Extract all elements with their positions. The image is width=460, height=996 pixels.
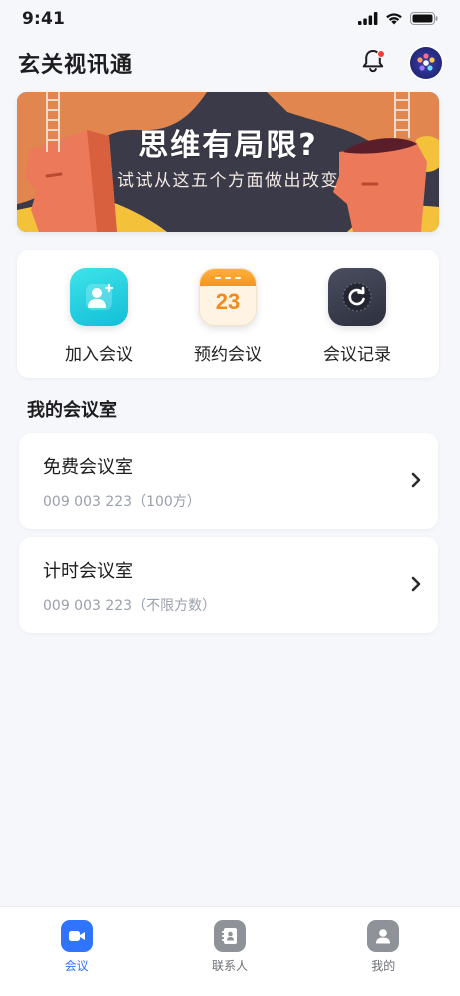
schedule-meeting-label: 预约会议 (194, 345, 262, 365)
chevron-right-icon (410, 472, 422, 492)
wifi-icon (385, 10, 403, 29)
status-bar: 9:41 (0, 0, 460, 38)
room-number: 009 003 223（不限方数） (43, 598, 217, 614)
battery-icon (410, 10, 438, 29)
tab-meetings-label: 会议 (64, 959, 89, 973)
avatar[interactable] (410, 47, 442, 79)
chevron-right-icon (410, 576, 422, 596)
promo-banner[interactable]: 思维有局限? 试试从这五个方面做出改变 (17, 92, 439, 232)
cellular-signal-icon (358, 10, 378, 29)
meeting-history-button[interactable]: 会议记录 (297, 250, 417, 378)
room-card-timed[interactable]: 计时会议室 009 003 223（不限方数） (19, 537, 438, 633)
tab-profile[interactable]: 我的 (323, 920, 443, 996)
calendar-header (200, 269, 256, 286)
notification-button[interactable] (358, 48, 388, 78)
my-rooms-title: 我的会议室 (27, 400, 117, 421)
history-icon (328, 268, 386, 326)
room-name: 免费会议室 (43, 457, 133, 478)
join-meeting-icon (70, 268, 128, 326)
header-actions (358, 47, 442, 79)
schedule-meeting-button[interactable]: 23 预约会议 (168, 250, 288, 378)
contacts-icon (213, 920, 246, 952)
app-title: 玄关视讯通 (18, 53, 134, 78)
join-meeting-button[interactable]: 加入会议 (39, 250, 159, 378)
user-icon (367, 920, 400, 952)
banner-subtitle: 试试从这五个方面做出改变 (117, 171, 339, 191)
room-number: 009 003 223（100方） (43, 494, 201, 510)
calendar-day: 23 (215, 289, 241, 314)
notification-badge (377, 50, 385, 58)
join-meeting-label: 加入会议 (65, 345, 133, 365)
video-camera-icon (60, 920, 93, 952)
tab-bar: 会议 联系人 我的 (0, 906, 460, 996)
quick-actions-card: 加入会议 23 预约会议 会议记录 (17, 250, 439, 378)
status-time: 9:41 (22, 9, 66, 29)
meeting-history-label: 会议记录 (323, 345, 391, 365)
status-icons (358, 10, 438, 29)
tab-contacts-label: 联系人 (211, 959, 248, 973)
tab-contacts[interactable]: 联系人 (170, 920, 290, 996)
app-header: 玄关视讯通 (0, 40, 460, 86)
room-name: 计时会议室 (43, 561, 133, 582)
tab-meetings[interactable]: 会议 (17, 920, 137, 996)
banner-title: 思维有局限? (138, 128, 318, 163)
avatar-flower-icon (417, 53, 435, 71)
room-card-free[interactable]: 免费会议室 009 003 223（100方） (19, 433, 438, 529)
calendar-icon: 23 (199, 268, 257, 326)
tab-profile-label: 我的 (371, 959, 396, 973)
